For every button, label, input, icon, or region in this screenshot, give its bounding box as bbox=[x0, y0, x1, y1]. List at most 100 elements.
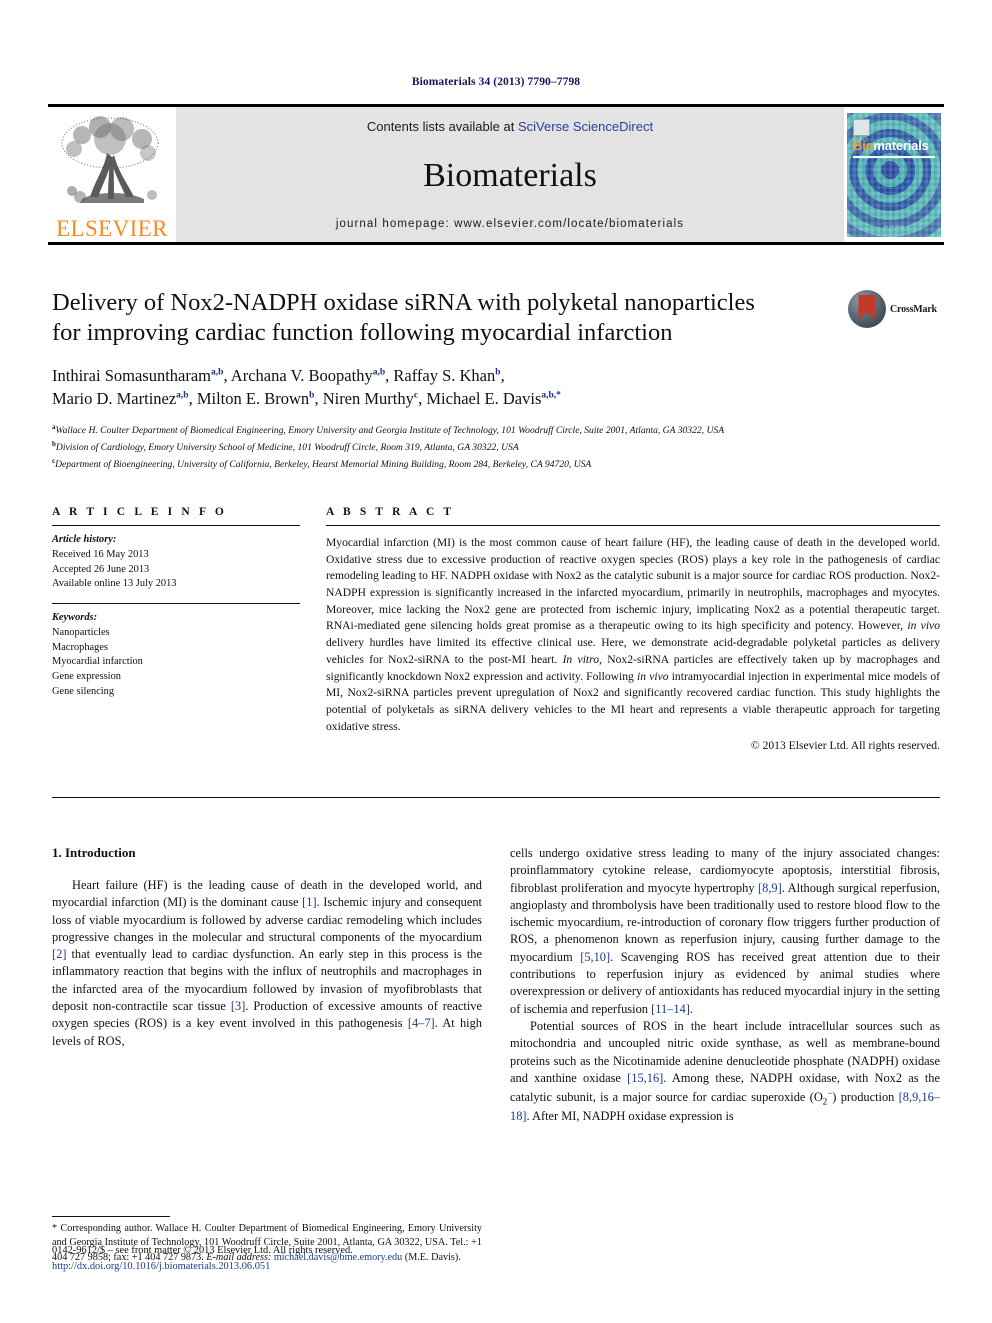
author[interactable]: Niren Murthyc bbox=[323, 389, 418, 408]
keyword-item: Myocardial infarction bbox=[52, 656, 143, 668]
author-name: Inthirai Somasuntharam bbox=[52, 365, 212, 385]
title-line-1: Delivery of Nox2-NADPH oxidase siRNA wit… bbox=[52, 289, 755, 316]
crossmark-icon bbox=[848, 290, 886, 328]
citation-3[interactable]: [3] bbox=[231, 999, 245, 1013]
page-title: Delivery of Nox2-NADPH oxidase siRNA wit… bbox=[52, 288, 842, 348]
author-name: Michael E. Davis bbox=[426, 389, 542, 409]
affiliation-text: Wallace H. Coulter Department of Biomedi… bbox=[55, 424, 725, 436]
citation-2[interactable]: [2] bbox=[52, 947, 66, 961]
article-info-column: A R T I C L E I N F O Article history: R… bbox=[52, 506, 300, 752]
running-head: Biomaterials 34 (2013) 7790–7798 bbox=[411, 76, 581, 88]
abstract-text: Myocardial infarction (MI) is the most c… bbox=[326, 526, 940, 735]
affiliation-item: aWallace H. Coulter Department of Biomed… bbox=[52, 422, 842, 438]
cover-title: Biomaterials bbox=[853, 139, 929, 152]
history-received: Received 16 May 2013 bbox=[52, 548, 149, 560]
bottom-matter: 0142-9612/$ – see front matter © 2013 El… bbox=[52, 1243, 482, 1274]
history-accepted: Accepted 26 June 2013 bbox=[52, 563, 150, 575]
keyword-item: Gene expression bbox=[52, 671, 121, 683]
title-line-2: for improving cardiac function following… bbox=[52, 318, 673, 346]
author-affiliation-marker: a,b,* bbox=[541, 390, 561, 401]
author-separator: , bbox=[188, 389, 197, 409]
text-run: ) production bbox=[832, 1090, 899, 1105]
journal-cover-thumbnail: Biomaterials ELSEVIER bbox=[844, 107, 944, 242]
abstract-heading: A B S T R A C T bbox=[326, 506, 455, 518]
author[interactable]: Milton E. Brownb bbox=[197, 389, 315, 408]
abstract-italic-1: in vivo bbox=[907, 619, 940, 633]
doi-link[interactable]: http://dx.doi.org/10.1016/j.biomaterials… bbox=[52, 1259, 482, 1275]
author[interactable]: Archana V. Boopathya,b bbox=[231, 366, 385, 385]
author-affiliation-marker: a,b bbox=[372, 367, 386, 378]
article-first-page: Biomaterials 34 (2013) 7790–7798 ELSEVIE… bbox=[0, 0, 992, 1323]
intro-paragraph-right-1: cells undergo oxidative stress leading t… bbox=[510, 845, 940, 1018]
intro-paragraph-right-2: Potential sources of ROS in the heart in… bbox=[510, 1018, 940, 1126]
cover-artwork: Biomaterials ELSEVIER bbox=[847, 112, 941, 237]
superoxide-formula: 2− bbox=[822, 1088, 832, 1107]
title-block: Delivery of Nox2-NADPH oxidase siRNA wit… bbox=[52, 288, 842, 473]
citation-11-14[interactable]: [11–14] bbox=[651, 1002, 690, 1016]
citation-1[interactable]: [1] bbox=[302, 895, 316, 909]
superoxide-subscript: 2 bbox=[822, 1096, 828, 1107]
crossmark-label: CrossMark bbox=[890, 303, 937, 315]
intro-paragraph-left: Heart failure (HF) is the leading cause … bbox=[52, 877, 482, 1050]
author-affiliation-marker: a,b bbox=[176, 390, 189, 401]
elsevier-logo: ELSEVIER bbox=[48, 107, 176, 242]
citation-15-16[interactable]: [15,16] bbox=[627, 1071, 663, 1085]
author-name: Niren Murthy bbox=[322, 389, 414, 409]
crossmark-logo[interactable]: CrossMark bbox=[848, 288, 944, 330]
article-history-group: Article history: Received 16 May 2013 Ac… bbox=[52, 526, 300, 592]
cover-title-first: Bio bbox=[853, 137, 874, 153]
footnote-rule bbox=[52, 1216, 170, 1218]
citation-8-9[interactable]: [8,9] bbox=[758, 881, 782, 895]
author[interactable]: Raffay S. Khanb bbox=[393, 366, 500, 385]
author[interactable]: Inthirai Somasuntharama,b bbox=[52, 366, 223, 385]
abstract-part-1: Myocardial infarction (MI) is the most c… bbox=[326, 536, 940, 633]
keywords-group: Keywords: Nanoparticles Macrophages Myoc… bbox=[52, 604, 300, 700]
journal-title: Biomaterials bbox=[423, 157, 597, 194]
abstract-italic-3: in vivo bbox=[637, 669, 669, 683]
author-name: Milton E. Brown bbox=[196, 389, 310, 409]
contents-prefix: Contents lists available at bbox=[366, 119, 518, 134]
affiliation-text: Division of Cardiology, Emory University… bbox=[55, 441, 519, 453]
author[interactable]: Michael E. Davisa,b,* bbox=[426, 389, 561, 408]
history-available-online: Available online 13 July 2013 bbox=[52, 578, 177, 590]
cover-title-second: materials bbox=[873, 137, 929, 153]
author-affiliation-marker: a,b bbox=[211, 367, 224, 378]
abstract-column: A B S T R A C T Myocardial infarction (M… bbox=[300, 506, 940, 752]
body-right-column: cells undergo oxidative stress leading t… bbox=[510, 845, 940, 1265]
affiliation-text: Department of Bioengineering, University… bbox=[55, 459, 592, 471]
issn-copyright-line: 0142-9612/$ – see front matter © 2013 El… bbox=[52, 1245, 353, 1256]
body-columns: 1. Introduction Heart failure (HF) is th… bbox=[52, 845, 940, 1265]
keywords-label: Keywords: bbox=[52, 612, 98, 624]
author[interactable]: Mario D. Martineza,b bbox=[52, 389, 189, 408]
author-separator: , bbox=[314, 389, 323, 409]
author-list: Inthirai Somasuntharama,b, Archana V. Bo… bbox=[52, 364, 842, 411]
citation-5-10[interactable]: [5,10] bbox=[580, 950, 610, 964]
affiliation-item: cDepartment of Bioengineering, Universit… bbox=[52, 456, 842, 472]
affiliation-list: aWallace H. Coulter Department of Biomed… bbox=[52, 422, 842, 473]
body-left-column: 1. Introduction Heart failure (HF) is th… bbox=[52, 845, 482, 1265]
author-name: Archana V. Boopathy bbox=[230, 365, 373, 385]
cover-footer-text: ELSEVIER bbox=[884, 223, 904, 229]
cover-badge-icon bbox=[853, 118, 870, 136]
keyword-item: Gene silencing bbox=[52, 685, 115, 697]
affiliation-item: bDivision of Cardiology, Emory Universit… bbox=[52, 439, 842, 455]
journal-masthead: ELSEVIER Contents lists available at Sci… bbox=[48, 104, 944, 245]
keyword-item: Nanoparticles bbox=[52, 626, 110, 638]
author-separator: , bbox=[223, 365, 231, 385]
section-heading-introduction: 1. Introduction bbox=[52, 845, 136, 860]
info-abstract-region: A R T I C L E I N F O Article history: R… bbox=[52, 506, 940, 752]
journal-homepage-link[interactable]: journal homepage: www.elsevier.com/locat… bbox=[336, 218, 684, 230]
abstract-bottom-rule bbox=[52, 797, 940, 798]
elsevier-tree-icon bbox=[52, 113, 172, 217]
abstract-italic-2: In vitro bbox=[562, 652, 600, 666]
author-name: Raffay S. Khan bbox=[393, 365, 496, 385]
abstract-copyright: © 2013 Elsevier Ltd. All rights reserved… bbox=[750, 739, 940, 753]
article-info-heading: A R T I C L E I N F O bbox=[52, 506, 227, 518]
text-run: . bbox=[689, 1001, 693, 1016]
sciencedirect-link[interactable]: SciVerse ScienceDirect bbox=[518, 119, 653, 134]
masthead-center: Contents lists available at SciVerse Sci… bbox=[176, 107, 844, 242]
author-name: Mario D. Martinez bbox=[52, 389, 177, 409]
article-history-label: Article history: bbox=[52, 534, 117, 545]
text-run: . After MI, NADPH oxidase expression is bbox=[526, 1109, 734, 1124]
citation-4[interactable]: [4–7] bbox=[408, 1016, 435, 1030]
